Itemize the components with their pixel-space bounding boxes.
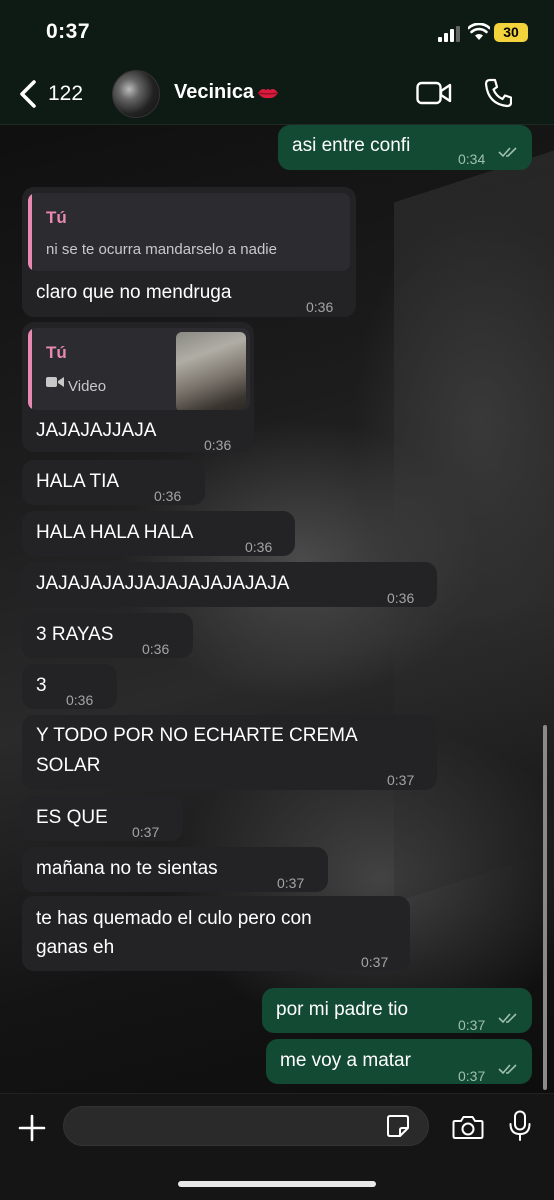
home-indicator[interactable]	[178, 1181, 376, 1187]
message-input-container[interactable]	[63, 1106, 429, 1146]
chevron-left-icon[interactable]	[14, 78, 42, 110]
message-time: 0:37	[458, 1068, 486, 1084]
quote-accent-bar	[28, 193, 32, 271]
message-bubble-incoming[interactable]: te has quemado el culo pero con ganas eh…	[22, 896, 410, 971]
double-check-icon	[498, 147, 517, 158]
camera-icon[interactable]	[452, 1114, 484, 1140]
cellular-signal-icon	[438, 26, 460, 42]
message-time: 0:34	[458, 151, 486, 167]
message-time: 0:36	[66, 692, 94, 708]
message-time: 0:36	[387, 590, 415, 606]
message-time: 0:36	[142, 641, 170, 657]
message-text: JAJAJAJAJJAJAJAJAJAJAJA	[36, 573, 290, 594]
message-bubble-outgoing[interactable]: por mi padre tio 0:37	[262, 988, 532, 1033]
message-time: 0:36	[204, 437, 232, 453]
message-time: 0:37	[387, 772, 415, 788]
quoted-video-message[interactable]: Tú Video	[28, 328, 250, 410]
status-bar: 0:37 30	[0, 0, 554, 64]
message-bubble-incoming[interactable]: mañana no te sientas 0:37	[22, 847, 328, 892]
message-text: 3	[36, 675, 47, 696]
message-input[interactable]	[78, 1113, 382, 1141]
video-icon	[46, 377, 64, 387]
kiss-lips-icon	[258, 88, 279, 98]
message-time: 0:37	[277, 875, 305, 891]
avatar[interactable]	[112, 70, 160, 118]
message-text: claro que no mendruga	[36, 282, 232, 303]
message-text: por mi padre tio	[276, 999, 409, 1020]
message-text: me voy a matar	[280, 1050, 411, 1071]
double-check-icon	[498, 1013, 517, 1024]
double-check-icon	[498, 1064, 517, 1075]
message-bubble-incoming[interactable]: 3 RAYAS 0:36	[22, 613, 193, 658]
message-text-line1: te has quemado el culo pero con	[36, 908, 312, 929]
sticker-icon[interactable]	[386, 1114, 410, 1138]
message-text: HALA HALA HALA	[36, 522, 194, 543]
message-bubble-incoming[interactable]: JAJAJAJAJJAJAJAJAJAJAJA 0:36	[22, 562, 437, 607]
message-bubble-outgoing[interactable]: me voy a matar 0:37	[266, 1039, 532, 1084]
status-time: 0:37	[46, 20, 91, 43]
contact-name[interactable]: Vecinica	[174, 81, 279, 104]
message-bubble-outgoing[interactable]: asi entre confi 0:34	[278, 125, 532, 170]
plus-icon[interactable]	[18, 1114, 46, 1142]
wifi-icon	[468, 23, 490, 40]
quoted-message[interactable]: Tú ni se te ocurra mandarselo a nadie	[28, 193, 350, 271]
message-bubble-incoming[interactable]: ES QUE 0:37	[22, 796, 183, 841]
message-time: 0:37	[132, 824, 160, 840]
message-bubble-incoming[interactable]: HALA TIA 0:36	[22, 460, 205, 505]
message-time: 0:36	[245, 539, 273, 555]
back-count[interactable]: 122	[48, 82, 83, 106]
video-thumbnail	[176, 332, 246, 410]
contact-name-text: Vecinica	[174, 81, 255, 103]
message-bubble-incoming[interactable]: Y TODO POR NO ECHARTE CREMA SOLAR 0:37	[22, 715, 437, 790]
message-bubble-incoming[interactable]: Tú Video JAJAJAJJAJA 0:36	[22, 322, 254, 453]
message-time: 0:36	[306, 299, 334, 315]
phone-icon[interactable]	[484, 78, 512, 108]
message-text-line2: ganas eh	[36, 937, 115, 958]
battery-icon: 30	[494, 23, 528, 42]
message-text: ES QUE	[36, 807, 108, 828]
video-camera-icon[interactable]	[416, 80, 452, 106]
chat-screen: 0:37 30 122 Vecinica asi entre confi 0:3…	[0, 0, 554, 1200]
quote-author: Tú	[46, 343, 67, 362]
quote-accent-bar	[28, 328, 32, 410]
quote-text: ni se te ocurra mandarselo a nadie	[46, 241, 277, 258]
message-bubble-incoming[interactable]: HALA HALA HALA 0:36	[22, 511, 295, 556]
microphone-icon[interactable]	[508, 1110, 532, 1142]
message-text: mañana no te sientas	[36, 858, 218, 879]
quote-text: Video	[68, 378, 107, 395]
message-text: HALA TIA	[36, 471, 120, 492]
message-text: asi entre confi	[292, 135, 411, 156]
quote-author: Tú	[46, 208, 67, 227]
message-time: 0:36	[154, 488, 182, 504]
message-bubble-incoming[interactable]: Tú ni se te ocurra mandarselo a nadie cl…	[22, 187, 356, 317]
message-text: JAJAJAJJAJA	[36, 420, 157, 441]
message-time: 0:37	[361, 954, 389, 970]
message-text-line2: SOLAR	[36, 755, 101, 776]
message-time: 0:37	[458, 1017, 486, 1033]
chat-header: 122 Vecinica	[0, 64, 554, 125]
scrollbar[interactable]	[543, 725, 547, 1090]
message-text-line1: Y TODO POR NO ECHARTE CREMA	[36, 725, 358, 746]
message-bubble-incoming[interactable]: 3 0:36	[22, 664, 117, 709]
message-text: 3 RAYAS	[36, 624, 114, 645]
